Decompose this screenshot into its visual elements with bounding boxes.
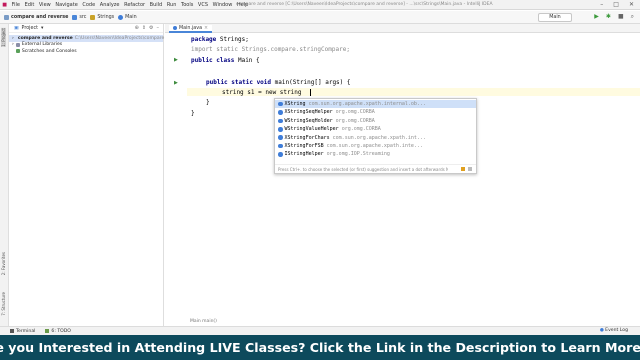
code-line-statement: string s1 = new string: [222, 89, 302, 96]
breadcrumb-package[interactable]: Strings: [90, 14, 114, 20]
code-line-close-method: }: [206, 99, 210, 106]
todo-icon: [45, 329, 50, 333]
library-icon: [15, 42, 20, 47]
bottom-tool-bar: Terminal 6: TODO ● Event Log: [0, 326, 640, 335]
navigation-bar: compare and reverse src Strings Main Mai…: [0, 11, 640, 24]
code-line-package: package Strings;: [191, 36, 249, 43]
code-line-main: public static void main(String[] args) {: [206, 79, 351, 86]
gear-icon[interactable]: ⚙: [149, 25, 153, 31]
menu-view[interactable]: View: [37, 2, 53, 8]
editor-breadcrumb[interactable]: Main main(): [190, 319, 217, 324]
favorites-tool-button[interactable]: 2: Favorites: [1, 252, 6, 275]
folder-icon: [72, 14, 78, 20]
close-tab-icon[interactable]: ×: [204, 26, 208, 31]
menu-file[interactable]: File: [9, 2, 22, 8]
code-line-class: public class Main {: [191, 57, 260, 64]
menu-build[interactable]: Build: [147, 2, 164, 8]
suggestion-item[interactable]: XStringSeqHelper org.omg.CORBA: [275, 108, 476, 116]
menu-code[interactable]: Code: [80, 2, 97, 8]
project-panel-actions: ⊕ ⇕ ⚙ –: [135, 25, 159, 31]
breadcrumb-project[interactable]: compare and reverse: [4, 14, 68, 20]
editor-tab-bar: Main.java ×: [165, 24, 640, 33]
menu-edit[interactable]: Edit: [22, 2, 36, 8]
title-menu-bar: ■ File Edit View Navigate Code Analyze R…: [0, 0, 640, 10]
suggestion-item[interactable]: IStringHelper org.omg.IOP.Streaming: [275, 150, 476, 158]
menu-navigate[interactable]: Navigate: [53, 2, 80, 8]
class-icon: [278, 118, 283, 124]
search-icon[interactable]: ⌕: [631, 13, 634, 21]
class-icon: [278, 143, 283, 149]
suggestion-item[interactable]: XStringForFSB com.sun.org.apache.xpath.i…: [275, 142, 476, 150]
run-method-gutter-icon[interactable]: ▶: [174, 80, 178, 86]
chevron-right-icon: ›: [12, 42, 14, 48]
promo-banner[interactable]: Are you Interested in Attending LIVE Cla…: [0, 335, 640, 360]
class-icon: [278, 101, 283, 107]
tab-main-java[interactable]: Main.java ×: [169, 25, 213, 33]
code-line-import: import static Strings.compare.stringComp…: [191, 46, 350, 53]
close-icon[interactable]: ✕: [629, 1, 634, 8]
stop-icon[interactable]: ■: [618, 13, 624, 21]
editor-gutter: ▶ ▶: [165, 33, 187, 326]
breadcrumb-src[interactable]: src: [72, 14, 86, 20]
code-editor[interactable]: Main.java × ▶ ▶ package Strings; import …: [165, 24, 640, 326]
menu-refactor[interactable]: Refactor: [122, 2, 148, 8]
project-tool-button[interactable]: 1: Project: [1, 28, 6, 47]
menu-vcs[interactable]: VCS: [196, 2, 211, 8]
code-line-close-class: }: [191, 110, 195, 117]
menu-window[interactable]: Window: [210, 2, 234, 8]
chevron-right-icon: ›: [12, 35, 14, 41]
window-controls: – □ ✕: [600, 1, 634, 8]
project-view-icon: ▣: [14, 25, 19, 31]
text-caret: [310, 89, 311, 96]
autocomplete-footer: Press Ctrl+. to choose the selected (or …: [275, 164, 476, 173]
menu-analyze[interactable]: Analyze: [97, 2, 121, 8]
autocomplete-popup: XString com.sun.org.apache.xpath.interna…: [274, 98, 477, 174]
class-icon: [278, 110, 283, 115]
maximize-icon[interactable]: □: [613, 1, 619, 8]
promo-banner-text: Are you Interested in Attending LIVE Cla…: [0, 340, 640, 355]
tree-item-scratches[interactable]: › Scratches and Consoles: [9, 48, 163, 55]
tree-item-project[interactable]: › compare and reverse C:\Users\Naveen\Id…: [9, 35, 193, 42]
suggestion-item[interactable]: XString com.sun.org.apache.xpath.interna…: [275, 100, 476, 109]
class-icon: [118, 14, 124, 20]
suggestion-item[interactable]: WStringValueHelper org.omg.CORBA: [275, 125, 476, 133]
window-title: compare and reverse [C:\Users\Naveen\Ide…: [236, 2, 493, 7]
terminal-icon: [10, 329, 14, 333]
app-logo-icon: ■: [2, 1, 8, 8]
locate-icon[interactable]: ⊕: [135, 25, 139, 31]
run-icon[interactable]: ▶: [594, 13, 599, 21]
package-icon: [90, 14, 96, 20]
chevron-down-icon: ▾: [40, 25, 44, 31]
run-toolbar: ▶ ✱ ■ ⌕: [594, 13, 634, 21]
left-tool-strip: 1: Project 2: Favorites 7: Structure: [0, 24, 9, 336]
suggestion-item[interactable]: WStringSeqHolder org.omg.CORBA: [275, 117, 476, 125]
run-class-gutter-icon[interactable]: ▶: [174, 57, 178, 63]
class-icon: [278, 152, 283, 157]
collapse-icon[interactable]: ⇕: [142, 25, 146, 31]
class-icon: [173, 26, 177, 30]
class-icon: [278, 127, 283, 132]
event-log-button[interactable]: ● Event Log: [600, 328, 628, 333]
terminal-tool-button[interactable]: Terminal: [10, 329, 35, 334]
more-icon[interactable]: [468, 167, 472, 171]
hide-icon[interactable]: –: [157, 25, 160, 31]
scratches-icon: [15, 49, 20, 54]
todo-tool-button[interactable]: 6: TODO: [45, 329, 71, 334]
structure-tool-button[interactable]: 7: Structure: [1, 292, 6, 316]
menu-tools[interactable]: Tools: [179, 2, 196, 8]
suggestion-item[interactable]: XStringForChars com.sun.org.apache.xpath…: [275, 134, 476, 142]
menu-run[interactable]: Run: [165, 2, 179, 8]
minimize-icon[interactable]: –: [600, 1, 603, 8]
debug-icon[interactable]: ✱: [606, 13, 611, 21]
class-icon: [278, 135, 283, 140]
breadcrumb-class[interactable]: Main: [118, 14, 137, 20]
run-configuration-select[interactable]: Main: [538, 13, 572, 22]
pin-icon[interactable]: [461, 167, 465, 171]
project-panel: ▣ Project ▾ ⊕ ⇕ ⚙ – › compare and revers…: [9, 24, 193, 326]
event-log-icon: ●: [599, 328, 604, 333]
folder-icon: [4, 14, 9, 20]
